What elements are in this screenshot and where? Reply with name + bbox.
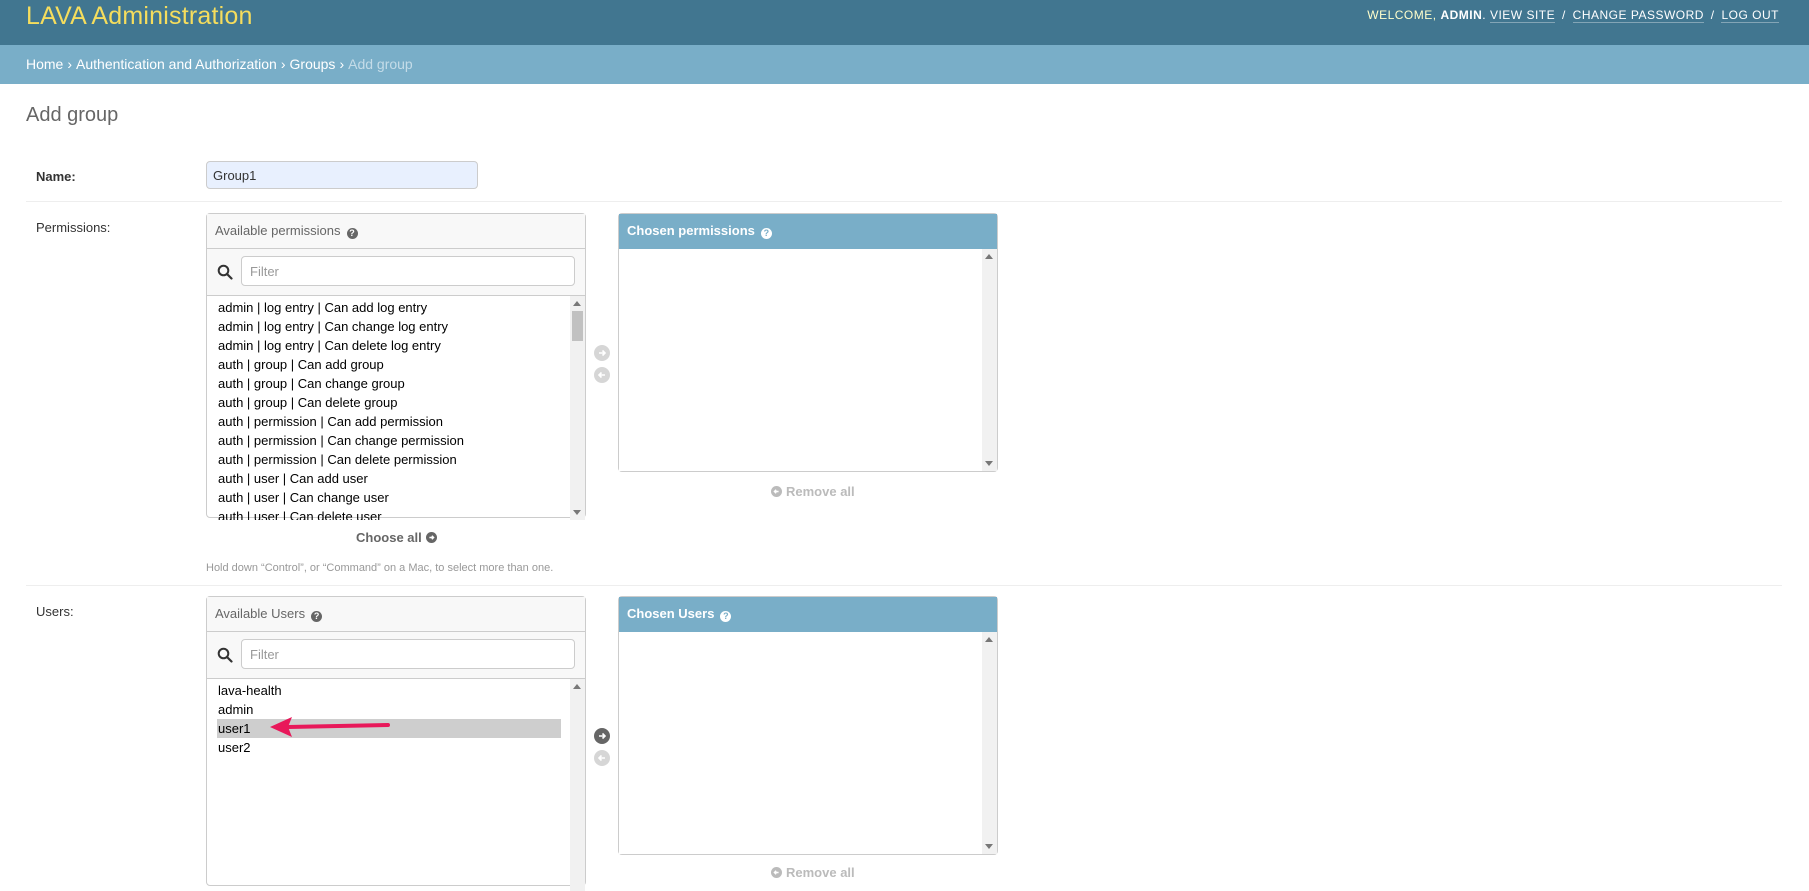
user-tools: WELCOME, ADMIN. VIEW SITE / CHANGE PASSW… (1367, 8, 1779, 23)
available-users-box: Available Users? Filter lava-health admin… (206, 596, 586, 891)
chosen-permissions-list[interactable] (619, 249, 997, 471)
arrow-left-icon (771, 486, 782, 497)
welcome-text: WELCOME, (1367, 8, 1437, 22)
annotation-arrow-icon (270, 717, 390, 737)
users-label: Users: (36, 604, 74, 619)
filter-row: Filter (207, 632, 585, 679)
site-branding[interactable]: LAVA Administration (26, 2, 253, 31)
available-users-title-text: Available Users (215, 606, 306, 621)
breadcrumb-separator: › (67, 56, 73, 72)
search-icon (217, 264, 233, 280)
breadcrumb: Home › Authentication and Authorization › Gr… (0, 45, 1809, 84)
name-label: Name: (36, 169, 76, 184)
separator: / (1561, 8, 1566, 22)
list-item[interactable]: auth | permission | Can change permissio… (207, 431, 585, 450)
scroll-up-icon[interactable] (573, 684, 581, 689)
available-permissions-box: Available permissions? Filter admin | lo… (206, 213, 586, 520)
breadcrumb-separator: › (339, 56, 345, 72)
arrow-right-icon (599, 732, 607, 740)
list-item[interactable]: admin | log entry | Can delete log entry (207, 336, 585, 355)
chosen-users-box: Chosen Users? (618, 596, 998, 855)
help-icon[interactable]: ? (760, 228, 772, 239)
users-filter-input[interactable]: Filter (241, 639, 575, 669)
scrollbar[interactable] (982, 632, 997, 854)
separator: / (1710, 8, 1715, 22)
available-permissions-title: Available permissions? (207, 214, 585, 249)
chosen-users-title-text: Chosen Users (627, 606, 715, 621)
choose-all-text: Choose all (356, 530, 422, 545)
scroll-up-icon[interactable] (985, 254, 993, 259)
scrollbar[interactable] (982, 249, 997, 471)
help-icon[interactable]: ? (720, 611, 732, 622)
username: ADMIN (1440, 8, 1483, 22)
page-title: Add group (26, 104, 119, 126)
chosen-permissions-box: Chosen permissions? (618, 213, 998, 472)
help-icon[interactable]: ? (346, 228, 358, 239)
scroll-up-icon[interactable] (985, 637, 993, 642)
available-permissions-title-text: Available permissions (215, 223, 341, 238)
chosen-users-title: Chosen Users? (619, 597, 997, 632)
list-item[interactable]: auth | group | Can delete group (207, 393, 585, 412)
header: LAVA Administration WELCOME, ADMIN. VIEW… (0, 0, 1809, 45)
scrollbar[interactable] (570, 296, 585, 520)
list-item[interactable]: auth | user | Can add user (207, 469, 585, 488)
logout-link[interactable]: LOG OUT (1721, 8, 1779, 23)
help-icon[interactable]: ? (311, 611, 323, 622)
list-item[interactable]: admin (207, 700, 585, 719)
change-password-link[interactable]: CHANGE PASSWORD (1572, 8, 1704, 23)
chosen-permissions-title-text: Chosen permissions (627, 223, 755, 238)
scroll-down-icon[interactable] (573, 510, 581, 515)
remove-all-users-link[interactable]: Remove all (767, 865, 855, 880)
filter-row: Filter (207, 249, 585, 296)
arrow-left-icon (771, 867, 782, 878)
view-site-link[interactable]: VIEW SITE (1489, 8, 1556, 23)
permissions-filter-input[interactable]: Filter (241, 256, 575, 286)
breadcrumb-separator: › (280, 56, 286, 72)
list-item[interactable]: auth | permission | Can add permission (207, 412, 585, 431)
remove-user-button[interactable] (594, 750, 610, 766)
list-item[interactable]: auth | user | Can change user (207, 488, 585, 507)
list-item[interactable]: auth | permission | Can delete permissio… (207, 450, 585, 469)
search-icon (217, 647, 233, 663)
add-user-button[interactable] (594, 728, 610, 744)
arrow-left-icon (597, 754, 605, 762)
available-permissions-list[interactable]: admin | log entry | Can add log entry adm… (207, 296, 585, 520)
name-field[interactable]: Group1 (206, 161, 478, 189)
scroll-down-icon[interactable] (985, 461, 993, 466)
remove-all-text: Remove all (786, 484, 855, 499)
divider (26, 201, 1782, 202)
remove-all-permissions-link[interactable]: Remove all (767, 484, 855, 499)
permissions-label: Permissions: (36, 220, 111, 235)
scroll-down-icon[interactable] (985, 844, 993, 849)
arrow-right-icon (599, 349, 607, 357)
remove-all-text: Remove all (786, 865, 855, 880)
chosen-permissions-title: Chosen permissions? (619, 214, 997, 249)
divider (26, 585, 1782, 586)
scroll-up-icon[interactable] (573, 301, 581, 306)
list-item[interactable]: auth | group | Can change group (207, 374, 585, 393)
list-item[interactable]: user2 (207, 738, 585, 757)
available-users-title: Available Users? (207, 597, 585, 632)
list-item[interactable]: lava-health (207, 681, 585, 700)
breadcrumb-home[interactable]: Home (26, 56, 63, 72)
list-item[interactable]: auth | group | Can add group (207, 355, 585, 374)
arrow-right-icon (425, 532, 437, 543)
list-item[interactable]: admin | log entry | Can add log entry (207, 298, 585, 317)
chosen-users-list[interactable] (619, 632, 997, 854)
scrollbar[interactable] (570, 679, 585, 891)
breadcrumb-groups[interactable]: Groups (290, 56, 336, 72)
help-text: Hold down “Control”, or “Command” on a M… (206, 562, 554, 574)
remove-permission-button[interactable] (594, 367, 610, 383)
list-item[interactable]: admin | log entry | Can change log entry (207, 317, 585, 336)
scroll-thumb[interactable] (572, 311, 583, 341)
breadcrumb-current: Add group (348, 56, 413, 72)
breadcrumb-auth[interactable]: Authentication and Authorization (76, 56, 277, 72)
available-users-list[interactable]: lava-health admin user1 user2 (207, 679, 585, 891)
filter-placeholder: Filter (250, 263, 279, 279)
choose-all-permissions-link[interactable]: Choose all (356, 530, 441, 545)
list-item[interactable]: auth | user | Can delete user (207, 507, 585, 520)
arrow-left-icon (597, 371, 605, 379)
filter-placeholder: Filter (250, 646, 279, 662)
add-permission-button[interactable] (594, 345, 610, 361)
